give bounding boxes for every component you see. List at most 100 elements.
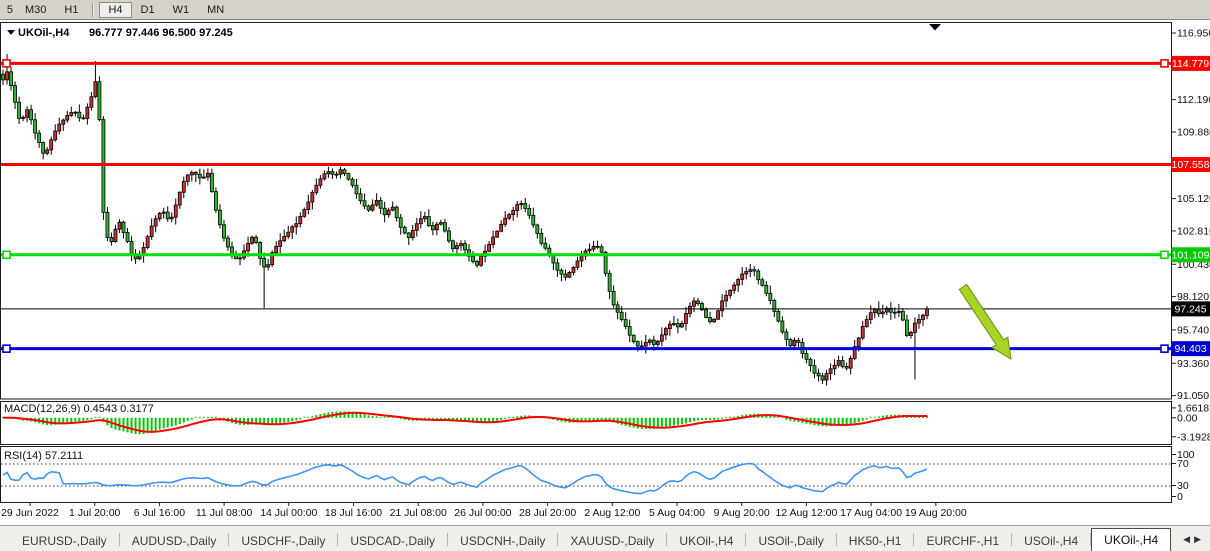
candle	[299, 216, 302, 223]
candle	[303, 210, 306, 217]
chart-tab-USOil-H4[interactable]: USOil-,H4	[1012, 532, 1090, 551]
candle	[399, 218, 402, 228]
candle	[2, 74, 5, 80]
price-badge-label: 101.109	[1172, 249, 1210, 261]
price-badge-label: 107.558	[1172, 159, 1210, 171]
candle	[472, 256, 475, 261]
candle	[873, 309, 876, 313]
candle	[130, 241, 133, 254]
candle	[423, 217, 426, 219]
timeframe-button-H4[interactable]: H4	[99, 2, 131, 18]
candle	[206, 173, 209, 177]
candle	[339, 170, 342, 175]
timeframe-button-W1[interactable]: W1	[164, 2, 199, 18]
hline-handle[interactable]	[1161, 60, 1168, 67]
candle	[435, 224, 438, 230]
time-axis[interactable]: 29 Jun 20221 Jul 20:006 Jul 16:0011 Jul …	[1, 503, 967, 520]
candle	[263, 258, 266, 267]
hline-handle[interactable]	[3, 60, 10, 67]
candle	[464, 244, 467, 250]
hline-handle[interactable]	[3, 251, 10, 258]
timeframe-button-D1[interactable]: D1	[132, 2, 164, 18]
candle	[451, 241, 454, 249]
candle	[50, 140, 53, 150]
candle	[608, 273, 611, 291]
candle	[725, 295, 728, 301]
candle	[70, 113, 73, 116]
chart-tab-UKOil-H4[interactable]: UKOil-,H4	[667, 532, 745, 551]
time-tick-label: 14 Jul 00:00	[260, 507, 317, 519]
price-axis[interactable]: 116.950112.190109.880105.120102.810100.4…	[1172, 28, 1210, 403]
candle	[512, 210, 515, 214]
chart-tab-USDCHF-Daily[interactable]: USDCHF-,Daily	[229, 532, 337, 551]
candle	[459, 244, 462, 246]
chart-tab-UKOil-H4[interactable]: UKOil-,H4	[1091, 528, 1171, 551]
candle	[628, 326, 631, 335]
time-tick-label: 18 Jul 16:00	[325, 507, 382, 519]
candle	[793, 340, 796, 345]
candle	[713, 319, 716, 322]
hline-handle[interactable]	[1161, 251, 1168, 258]
candle	[98, 82, 101, 120]
candle	[901, 311, 904, 320]
candle	[837, 361, 840, 366]
candle	[833, 365, 836, 368]
time-tick-label: 17 Aug 04:00	[840, 507, 902, 519]
candle	[536, 225, 539, 234]
candle	[126, 232, 129, 241]
candle	[777, 311, 780, 321]
candle	[363, 201, 366, 206]
chart-tab-AUDUSD-Daily[interactable]: AUDUSD-,Daily	[120, 532, 229, 551]
candle	[235, 256, 238, 259]
candle	[688, 306, 691, 313]
candle	[439, 223, 442, 225]
candle	[419, 219, 422, 224]
candle	[443, 223, 446, 231]
candle	[909, 332, 912, 335]
time-tick-label: 29 Jun 2022	[1, 507, 59, 519]
timeframe-button-MN[interactable]: MN	[198, 2, 233, 18]
tab-scroll-arrows[interactable]: ◀▶	[1183, 534, 1210, 551]
candle	[26, 110, 29, 118]
time-tick-label: 1 Jul 20:00	[69, 507, 121, 519]
candle	[375, 200, 378, 205]
candle	[411, 230, 414, 237]
chart-tab-EURUSD-Daily[interactable]: EURUSD-,Daily	[10, 532, 119, 551]
candle	[391, 207, 394, 210]
chart-tab-XAUUSD-Daily[interactable]: XAUUSD-,Daily	[558, 532, 666, 551]
candle	[508, 215, 511, 219]
price-tick-label: 102.810	[1177, 225, 1210, 237]
chart-canvas[interactable]: 116.950112.190109.880105.120102.810100.4…	[0, 20, 1210, 525]
rsi-panel	[1, 447, 1172, 503]
chart-tab-USDCNH-Daily[interactable]: USDCNH-,Daily	[448, 532, 557, 551]
candle	[222, 225, 225, 238]
candle	[596, 246, 599, 247]
candle	[576, 261, 579, 268]
candle	[182, 181, 185, 192]
candle	[86, 107, 89, 118]
candle	[809, 359, 812, 365]
hline-handle[interactable]	[1161, 345, 1168, 352]
chart-tab-EURCHF-H1[interactable]: EURCHF-,H1	[914, 532, 1011, 551]
candle	[178, 192, 181, 205]
chart-tab-HK50-H1[interactable]: HK50-,H1	[837, 532, 914, 551]
candle	[841, 361, 844, 367]
chart-tab-USOil-Daily[interactable]: USOil-,Daily	[746, 532, 835, 551]
price-tick-label: 91.050	[1177, 390, 1209, 402]
candle	[367, 206, 370, 210]
candle	[174, 205, 177, 217]
candle	[431, 226, 434, 230]
timeframe-button-5[interactable]: 5	[0, 2, 16, 18]
candle	[817, 373, 820, 376]
timeframe-button-H1[interactable]: H1	[55, 2, 87, 18]
candle	[427, 217, 430, 226]
chart-tab-USDCAD-Daily[interactable]: USDCAD-,Daily	[338, 532, 447, 551]
candle	[347, 174, 350, 180]
candle	[652, 340, 655, 344]
timeframe-button-M30[interactable]: M30	[16, 2, 55, 18]
hline-handle[interactable]	[3, 345, 10, 352]
candle	[821, 376, 824, 380]
candle	[6, 72, 9, 80]
candle	[656, 341, 659, 344]
candle	[592, 246, 595, 249]
